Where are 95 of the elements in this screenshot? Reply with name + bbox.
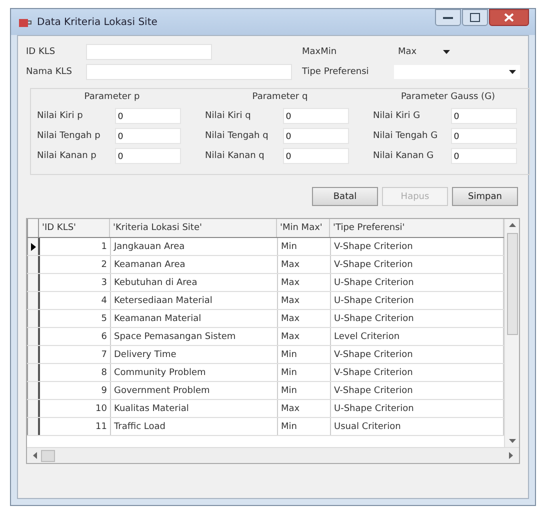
row-indicator[interactable] (27, 346, 40, 363)
field-label: Nilai Tengah p (37, 131, 102, 141)
scroll-left-icon (33, 452, 37, 459)
table-cell: Community Problem (111, 364, 278, 381)
scroll-thumb[interactable] (41, 450, 55, 462)
field-label: ID KLS (26, 47, 56, 57)
maximize-icon (470, 13, 480, 22)
column-header[interactable]: 'Min Max' (277, 219, 330, 237)
dropdown-arrow-icon (443, 50, 450, 54)
scroll-down-icon (508, 439, 516, 443)
group-title: Parameter q (251, 92, 309, 102)
table-cell: Jangkauan Area (111, 238, 278, 255)
group-title: Parameter p (83, 92, 141, 102)
table-cell: Min (278, 418, 331, 435)
field-label: Nilai Kanan G (373, 151, 435, 161)
window-title: Data Kriteria Lokasi Site (37, 16, 158, 28)
table-cell: Max (278, 292, 331, 309)
table-cell: Traffic Load (111, 418, 278, 435)
row-indicator[interactable] (27, 328, 40, 345)
table-cell: 8 (40, 364, 111, 381)
row-indicator[interactable] (27, 364, 40, 381)
parameter-input-field[interactable]: 0 (283, 108, 349, 124)
vertical-scrollbar[interactable] (504, 219, 519, 447)
table-cell: Max (278, 310, 331, 327)
field-label: Nilai Tengah q (205, 131, 270, 141)
table-cell: 6 (40, 328, 111, 345)
table-cell: Ketersediaan Material (111, 292, 278, 309)
row-indicator[interactable] (27, 382, 40, 399)
field-label: Nilai Kiri q (205, 111, 252, 121)
parameter-input-field[interactable]: 0 (115, 108, 181, 124)
maximize-button[interactable] (462, 9, 488, 26)
table-cell: 10 (40, 400, 111, 417)
row-indicator[interactable] (27, 418, 40, 435)
scroll-right-icon (509, 452, 513, 459)
table-cell: Max (278, 328, 331, 345)
table-cell: 11 (40, 418, 111, 435)
field-label: Nama KLS (26, 67, 74, 77)
parameter-input-field[interactable]: 0 (115, 148, 181, 164)
table-cell: 3 (40, 274, 111, 291)
table-cell: 2 (40, 256, 111, 273)
row-indicator[interactable] (27, 238, 40, 255)
table-cell: 7 (40, 346, 111, 363)
table-cell: 4 (40, 292, 111, 309)
table-cell: Min (278, 238, 331, 255)
dropdown-arrow-icon (509, 70, 516, 74)
table-cell: Keamanan Area (111, 256, 278, 273)
field-label: Nilai Kiri G (373, 111, 422, 121)
horizontal-scrollbar[interactable] (27, 447, 519, 463)
row-indicator[interactable] (27, 256, 40, 273)
row-indicator[interactable] (27, 310, 40, 327)
table-cell: 5 (40, 310, 111, 327)
parameter-input-field[interactable]: 0 (451, 148, 517, 164)
parameter-input-field[interactable]: 0 (283, 148, 349, 164)
minimize-icon (443, 16, 453, 20)
scroll-up-icon (508, 223, 516, 227)
table-cell: Min (278, 382, 331, 399)
row-indicator[interactable] (27, 400, 40, 417)
column-header[interactable]: 'ID KLS' (39, 219, 110, 237)
table-cell: Min (278, 364, 331, 381)
table-cell: Max (278, 256, 331, 273)
table-cell: Space Pemasangan Sistem (111, 328, 278, 345)
parameter-input-field[interactable]: 0 (115, 128, 181, 144)
group-title: Parameter Gauss (G) (400, 92, 496, 102)
minimize-button[interactable] (435, 9, 461, 26)
id-input-field[interactable] (86, 44, 212, 60)
field-label: Nilai Kanan p (37, 151, 98, 161)
current-row-icon (30, 242, 36, 250)
close-icon (504, 13, 514, 22)
table-cell: Keamanan Material (111, 310, 278, 327)
scroll-thumb[interactable] (506, 233, 518, 335)
action-button[interactable]: Batal (312, 187, 378, 206)
field-label: Nilai Tengah G (373, 131, 439, 141)
parameter-input-field[interactable]: 0 (451, 108, 517, 124)
name-input-field[interactable] (86, 64, 292, 80)
table-cell: 9 (40, 382, 111, 399)
table-cell: 1 (40, 238, 111, 255)
close-button[interactable] (489, 9, 529, 26)
maxmin-dropdown[interactable]: Max (394, 45, 454, 59)
field-label: Nilai Kanan q (205, 151, 266, 161)
table-cell: Government Problem (111, 382, 278, 399)
table-cell: Max (278, 400, 331, 417)
row-indicator[interactable] (27, 274, 40, 291)
table-cell: Kualitas Material (111, 400, 278, 417)
table-cell: Min (278, 346, 331, 363)
parameter-input-field[interactable]: 0 (451, 128, 517, 144)
field-label: Tipe Preferensi (302, 67, 370, 77)
row-indicator[interactable] (27, 292, 40, 309)
parameter-input-field[interactable]: 0 (283, 128, 349, 144)
table-cell: Max (278, 274, 331, 291)
field-label: MaxMin (302, 47, 338, 57)
table-cell: Delivery Time (111, 346, 278, 363)
column-header[interactable]: 'Kriteria Lokasi Site' (110, 219, 277, 237)
field-label: Nilai Kiri p (37, 111, 84, 121)
table-cell: Kebutuhan di Area (111, 274, 278, 291)
action-button[interactable]: Simpan (452, 187, 518, 206)
